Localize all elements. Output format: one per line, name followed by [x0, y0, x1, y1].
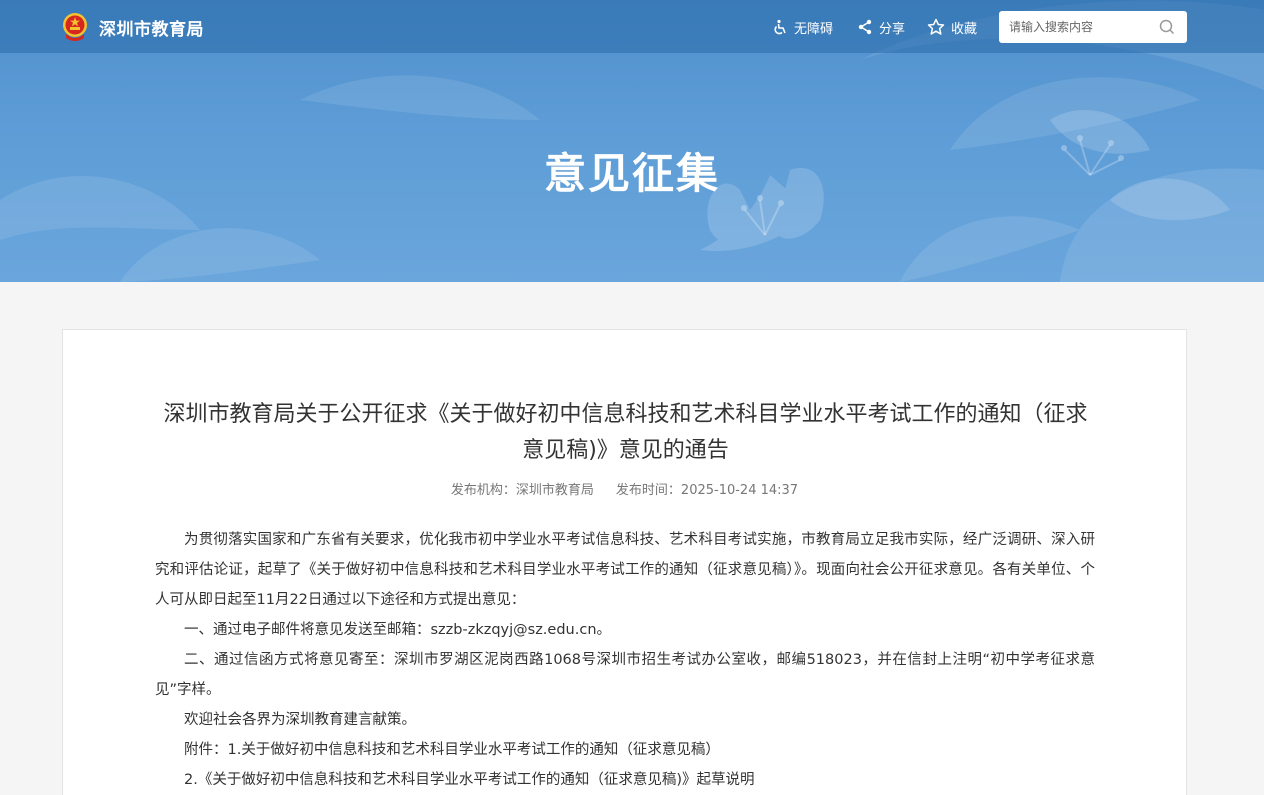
paragraph-welcome: 欢迎社会各界为深圳教育建言献策。 [184, 712, 416, 728]
top-navigation-bar: 深圳市教育局 无障碍 分享 收藏 [0, 0, 1264, 53]
accessibility-button[interactable]: 无障碍 [772, 17, 833, 37]
publish-time: 发布时间：2025-10-24 14:37 [615, 483, 799, 498]
paragraph-mail: 二、通过信函方式将意见寄至：深圳市罗湖区泥岗西路1068号深圳市招生考试办公室收… [155, 652, 1095, 698]
attachment-link-1[interactable]: 附件：1.关于做好初中信息科技和艺术科目学业水平考试工作的通知（征求意见稿） [155, 735, 1095, 765]
search-input[interactable] [1009, 11, 1157, 43]
article-meta: 发布机构：深圳市教育局 发布时间：2025-10-24 14:37 [63, 479, 1186, 498]
article-card: 深圳市教育局关于公开征求《关于做好初中信息科技和艺术科目学业水平考试工作的通知（… [62, 329, 1187, 795]
favorite-label: 收藏 [951, 21, 978, 37]
publisher: 发布机构：深圳市教育局 [450, 483, 594, 498]
paragraph-email: 一、通过电子邮件将意见发送至邮箱：szzb-zkzqyj@sz.edu.cn。 [184, 622, 612, 638]
search-box [999, 11, 1187, 43]
paragraph-intro: 为贯彻落实国家和广东省有关要求，优化我市初中学业水平考试信息科技、艺术科目考试实… [155, 532, 1095, 608]
article-title: 深圳市教育局关于公开征求《关于做好初中信息科技和艺术科目学业水平考试工作的通知（… [163, 402, 1088, 463]
accessibility-label: 无障碍 [794, 21, 834, 37]
banner-title: 意见征集 [543, 149, 720, 198]
star-icon [927, 18, 945, 35]
share-icon [858, 19, 872, 35]
accessibility-icon [774, 19, 786, 35]
national-emblem-icon [63, 13, 87, 41]
site-name[interactable]: 深圳市教育局 [99, 15, 204, 40]
banner: 深圳市教育局 无障碍 分享 收藏 请输入搜索内容 意见征集 [0, 0, 1264, 282]
share-button[interactable]: 分享 [857, 17, 905, 37]
favorite-button[interactable]: 收藏 [927, 17, 977, 37]
article-body: 为贯彻落实国家和广东省有关要求，优化我市初中学业水平考试信息科技、艺术科目考试实… [155, 525, 1095, 795]
share-label: 分享 [879, 21, 906, 37]
search-icon[interactable] [1159, 19, 1175, 35]
attachment-link-2[interactable]: 2.《关于做好初中信息科技和艺术科目学业水平考试工作的通知（征求意见稿)》起草说… [155, 765, 1095, 795]
